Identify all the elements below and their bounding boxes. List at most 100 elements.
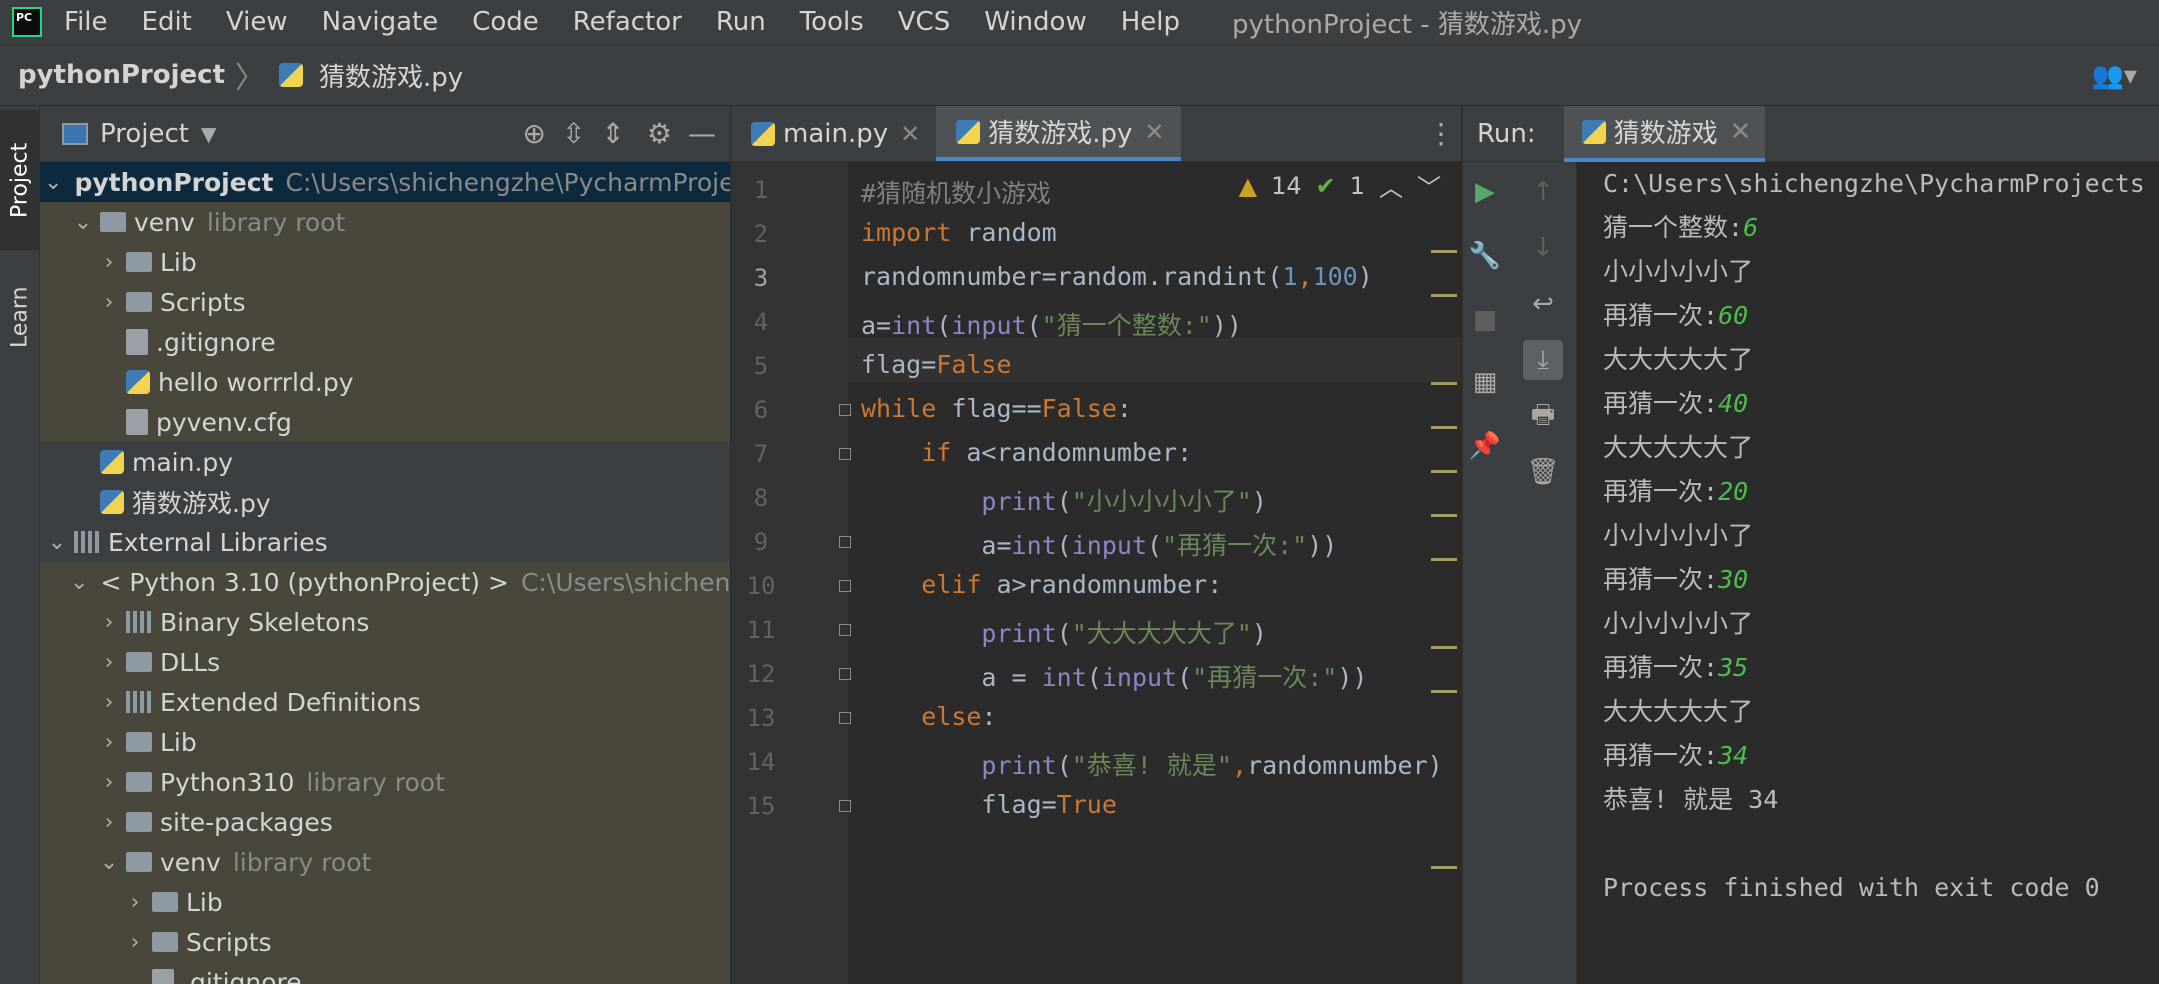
tree-item[interactable]: › Binary Skeletons [40,602,730,642]
console-output[interactable]: C:\Users\shichengzhe\PycharmProjects 猜一个整… [1603,162,2145,910]
arrow-up-icon[interactable]: ↑ [1523,172,1563,212]
menu-code[interactable]: Code [472,7,539,37]
chevron-right-icon[interactable]: › [96,250,122,275]
warning-stripe[interactable] [1431,250,1457,253]
editor-tab[interactable]: main.py ✕ [731,106,936,161]
chevron-right-icon[interactable]: › [96,650,122,675]
tree-item[interactable]: .gitignore [40,962,730,984]
more-tabs-icon[interactable]: ⋮ [1421,106,1461,161]
menu-refactor[interactable]: Refactor [573,7,682,37]
chevron-down-icon[interactable]: ⌄ [96,850,122,875]
editor-tab[interactable]: 猜数游戏.py ✕ [936,106,1181,161]
run-config-tab[interactable]: 猜数游戏 ✕ [1563,106,1766,162]
soft-wrap-icon[interactable]: ↩ [1523,284,1563,324]
tree-item[interactable]: › site-packages [40,802,730,842]
tree-item[interactable]: › Lib [40,882,730,922]
trash-icon[interactable]: 🗑 [1523,452,1563,492]
fold-marker-icon[interactable] [839,404,851,416]
menu-view[interactable]: View [226,7,288,37]
close-icon[interactable]: ✕ [900,120,920,148]
tree-item[interactable]: › DLLs [40,642,730,682]
chevron-down-icon[interactable]: ⌄ [44,530,70,555]
close-icon[interactable]: ✕ [1730,117,1752,147]
fold-marker-icon[interactable] [839,624,851,636]
rerun-icon[interactable]: ▶ [1465,172,1505,212]
warning-stripe[interactable] [1431,646,1457,649]
warning-stripe[interactable] [1431,866,1457,869]
pin-icon[interactable]: 📌 [1465,426,1505,466]
tree-item[interactable]: ⌄ < Python 3.10 (pythonProject) > C:\Users… [40,562,730,602]
menu-window[interactable]: Window [984,7,1087,37]
chevron-right-icon[interactable]: › [96,690,122,715]
scroll-to-end-icon[interactable]: ⤓ [1523,340,1563,380]
menu-file[interactable]: File [64,7,108,37]
warning-stripe[interactable] [1431,558,1457,561]
menu-tools[interactable]: Tools [800,7,864,37]
breadcrumb-project[interactable]: pythonProject [18,60,225,90]
tree-item[interactable]: › Scripts [40,282,730,322]
print-icon[interactable]: 🖶 [1523,398,1563,438]
gear-icon[interactable]: ⚙ [647,117,672,150]
tree-item[interactable]: hello worrrld.py [40,362,730,402]
locate-icon[interactable]: ⊕ [522,117,545,150]
layout-icon[interactable]: ▦ [1465,362,1505,402]
minimize-icon[interactable]: — [688,117,716,150]
fold-marker-icon[interactable] [839,536,851,548]
chevron-right-icon[interactable]: › [96,810,122,835]
tree-item[interactable]: pyvenv.cfg [40,402,730,442]
warning-stripe[interactable] [1431,294,1457,297]
tree-item[interactable]: ⌄ venv library root [40,202,730,242]
close-icon[interactable]: ✕ [1144,118,1164,146]
user-account-icon[interactable]: 👥▾ [2092,61,2137,91]
tree-item[interactable]: › Scripts [40,922,730,962]
tree-item[interactable]: › Extended Definitions [40,682,730,722]
inspection-widget[interactable]: ▲ 14 ✔ 1 ︿ ﹀ [1239,168,1441,203]
chevron-right-icon[interactable]: › [122,930,148,955]
previous-highlight-icon[interactable]: ︿ [1379,168,1403,203]
chevron-right-icon[interactable]: › [96,610,122,635]
tree-item[interactable]: › Python310 library root [40,762,730,802]
project-view-title[interactable]: Project [100,119,189,149]
fold-marker-icon[interactable] [839,800,851,812]
tree-item[interactable]: 猜数游戏.py [40,482,730,522]
menu-edit[interactable]: Edit [142,7,192,37]
chevron-right-icon[interactable]: › [122,890,148,915]
fold-marker-icon[interactable] [839,448,851,460]
wrench-icon[interactable]: 🔧 [1465,236,1505,276]
warning-stripe[interactable] [1431,514,1457,517]
warning-stripe[interactable] [1431,690,1457,693]
menu-navigate[interactable]: Navigate [322,7,439,37]
tree-item[interactable]: ⌄ venv library root [40,842,730,882]
fold-marker-icon[interactable] [839,668,851,680]
tree-item[interactable]: ⌄ External Libraries [40,522,730,562]
fold-marker-icon[interactable] [839,712,851,724]
tree-item[interactable]: .gitignore [40,322,730,362]
chevron-right-icon[interactable]: › [96,770,122,795]
menu-run[interactable]: Run [716,7,766,37]
warning-stripe[interactable] [1431,382,1457,385]
project-tool-tab[interactable]: Project [0,110,40,250]
chevron-right-icon[interactable]: › [96,730,122,755]
breadcrumb-file[interactable]: 猜数游戏.py [319,57,463,94]
chevron-down-icon[interactable]: ▼ [201,122,216,146]
chevron-down-icon[interactable]: ⌄ [44,170,62,195]
folder-icon [126,732,152,752]
fold-marker-icon[interactable] [839,580,851,592]
warning-stripe[interactable] [1431,426,1457,429]
learn-tool-tab[interactable]: Learn [0,262,40,372]
tree-item[interactable]: main.py [40,442,730,482]
tree-item[interactable]: › Lib [40,722,730,762]
menu-vcs[interactable]: VCS [898,7,950,37]
menu-help[interactable]: Help [1121,7,1180,37]
chevron-down-icon[interactable]: ⌄ [70,210,96,235]
expand-all-icon[interactable]: ⇳ [562,117,585,150]
warning-stripe[interactable] [1431,470,1457,473]
collapse-all-icon[interactable]: ⇕ [601,117,624,150]
tree-item[interactable]: ⌄ pythonProject C:\Users\shichengzhe\Pycha… [40,162,730,202]
stop-icon[interactable]: ■ [1465,300,1505,340]
next-highlight-icon[interactable]: ﹀ [1417,168,1441,203]
chevron-down-icon[interactable]: ⌄ [70,570,88,595]
chevron-right-icon[interactable]: › [96,290,122,315]
tree-item[interactable]: › Lib [40,242,730,282]
arrow-down-icon[interactable]: ↓ [1523,228,1563,268]
